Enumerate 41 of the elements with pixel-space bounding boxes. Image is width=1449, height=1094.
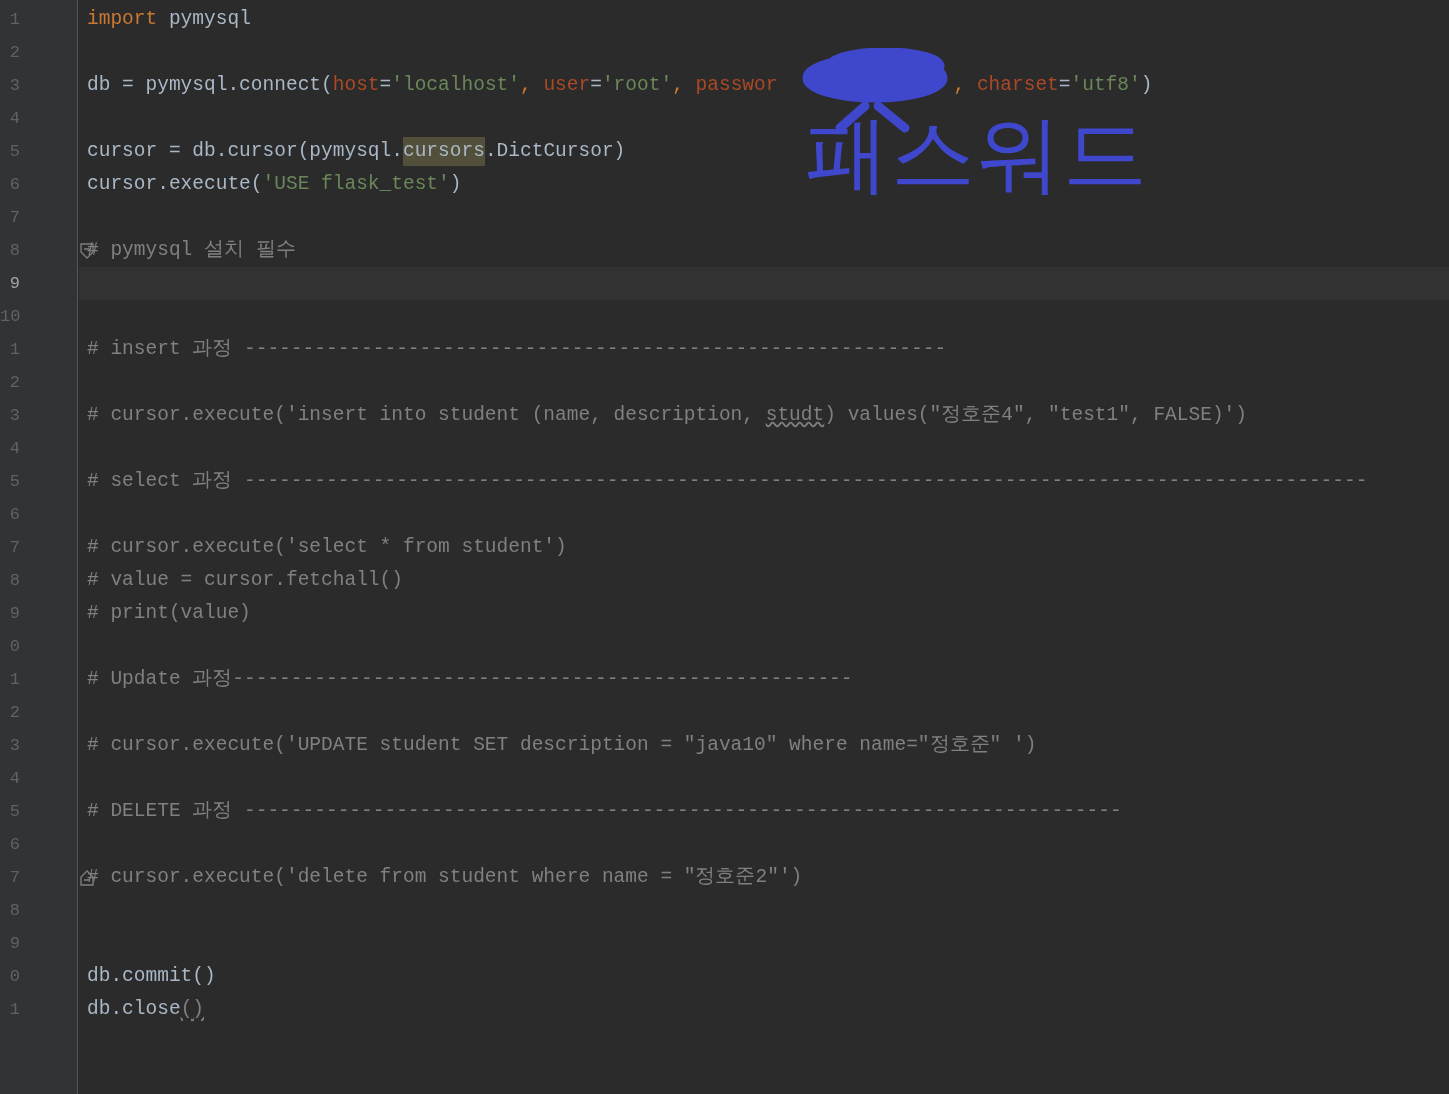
string-literal: 'root': [601, 72, 673, 98]
keyword-text: import: [87, 6, 158, 32]
code-text: ): [1140, 72, 1153, 98]
code-text: db = pymysql.connect(: [87, 72, 333, 98]
code-comment: # DELETE 과정 ---------------------------------------------------------------------------: [87, 798, 1122, 824]
code-text: db.commit(): [87, 963, 216, 989]
code-text: ): [449, 171, 462, 197]
code-text: cursor = db.cursor(pymysql.: [87, 138, 403, 164]
string-literal: 'utf8': [1070, 72, 1141, 98]
string-literal: 'localhost': [391, 72, 520, 98]
code-comment: # Update 과정-----------------------------------------------------: [87, 666, 853, 692]
code-comment: # print(value): [87, 600, 251, 626]
code-comment: ) values("정호준4", "test1", FALSE)'): [824, 402, 1247, 428]
code-text: db.close: [87, 996, 181, 1022]
code-text: =: [590, 72, 602, 98]
parameter-text: passwor: [695, 72, 778, 98]
keyword-text: ,: [672, 72, 685, 98]
misspelled-word: studt: [765, 402, 825, 428]
code-comment: # insert 과정 ------------------------------------------------------------: [87, 336, 947, 362]
code-comment: # cursor.execute('select * from student'): [87, 534, 567, 560]
code-text: =: [379, 72, 392, 98]
highlighted-identifier: cursors: [402, 136, 485, 167]
code-text: pymysql: [167, 6, 251, 32]
code-comment: # select 과정 ------------------------------------------------------------------------------------------------: [87, 468, 1368, 494]
code-comment: # cursor.execute('insert into student (name, description,: [87, 402, 755, 428]
code-text: =: [1058, 72, 1071, 98]
code-comment: # cursor.execute('delete from student where name = "정호준2"'): [87, 864, 803, 890]
parameter-text: charset: [976, 72, 1059, 98]
code-comment: # pymysql 설치 필수: [87, 237, 296, 263]
code-comment: # cursor.execute('UPDATE student SET description = "java10" where name="정호준" '): [87, 732, 1037, 758]
line-number: 9: [8, 272, 20, 295]
code-text: cursor.execute(: [87, 171, 263, 197]
parameter-text: user: [543, 72, 591, 98]
misspelled-word: (): [180, 996, 205, 1022]
code-text: .DictCursor): [484, 138, 626, 164]
string-literal: 'USE flask_test': [262, 171, 450, 197]
keyword-text: ,: [953, 72, 967, 98]
keyword-text: ,: [520, 72, 533, 98]
handwritten-note: 패스워드: [805, 112, 1149, 196]
parameter-text: host: [332, 72, 380, 98]
code-comment: # value = cursor.fetchall(): [87, 567, 403, 593]
